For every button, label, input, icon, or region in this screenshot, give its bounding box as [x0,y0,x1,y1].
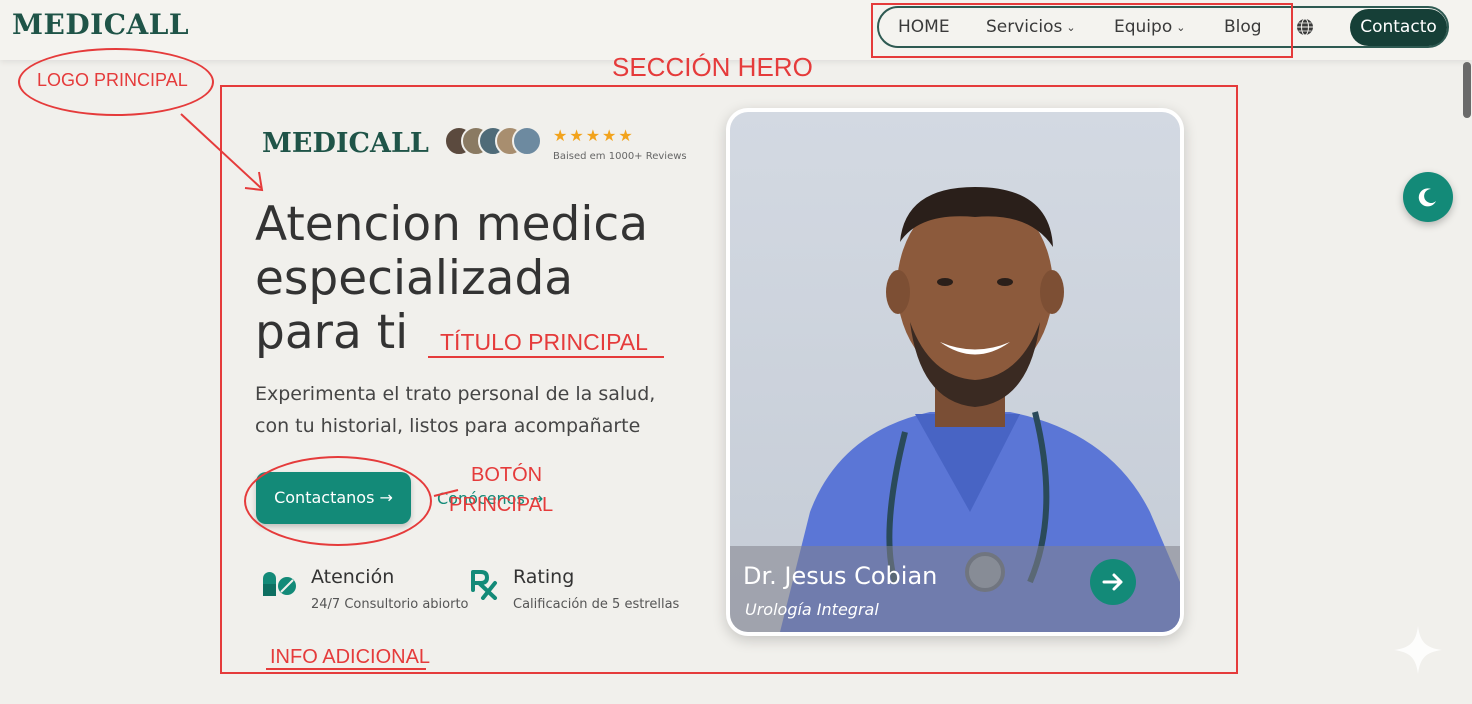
annotation-principal: PRINCIPAL [449,494,554,516]
annotation-button-ellipse [244,456,432,546]
annotation-seccion-hero: SECCIÓN HERO [612,52,813,82]
scrollbar-thumb[interactable] [1463,62,1471,118]
theme-toggle-button[interactable] [1403,172,1453,222]
annotation-arrow-icon [433,489,459,497]
annotation-info-adicional: INFO ADICIONAL [270,646,431,668]
annotation-boton: BOTÓN [471,464,543,486]
site-logo[interactable]: MEDICALL [12,8,189,41]
annotation-hero-box [220,85,1238,674]
sparkle-icon [1394,626,1442,674]
contact-button[interactable]: Contacto [1350,9,1447,46]
annotation-underline [266,668,426,670]
annotation-titulo-principal: TÍTULO PRINCIPAL [440,329,648,355]
annotation-underline [428,356,664,358]
annotation-nav-box [871,3,1293,58]
globe-icon[interactable] [1296,18,1314,36]
annotation-arrow-icon [180,113,264,192]
moon-icon [1418,188,1436,207]
annotation-logo-principal: LOGO PRINCIPAL [37,70,188,90]
